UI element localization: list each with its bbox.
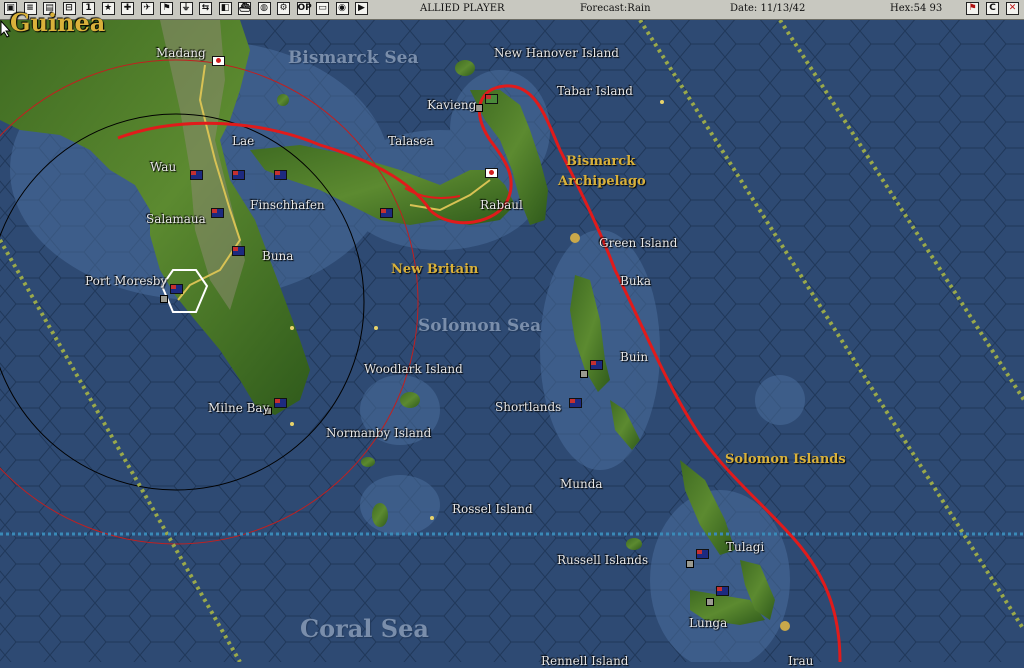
save-icon[interactable]: ▭: [316, 2, 329, 15]
weather-forecast: Forecast:Rain: [580, 3, 651, 14]
flag-view-icon[interactable]: ⚑: [966, 2, 979, 15]
allied-unit-marker[interactable]: [274, 398, 287, 408]
place-label: Irau: [788, 654, 814, 668]
place-label: Rennell Island: [541, 654, 629, 668]
play-icon[interactable]: ▶: [355, 2, 368, 15]
place-label: Shortlands: [495, 400, 562, 414]
convoy-icon[interactable]: ⛴: [238, 2, 251, 15]
russell-islands-shape: [626, 538, 642, 550]
airbase-marker[interactable]: [580, 370, 588, 378]
region-label: Solomon Islands: [725, 452, 846, 467]
place-label: Milne Bay: [208, 401, 270, 415]
center-icon[interactable]: C: [986, 2, 999, 15]
region-label: New Britain: [391, 262, 479, 277]
place-label: Madang: [156, 46, 206, 60]
place-label: Lae: [232, 134, 255, 148]
flag-icon[interactable]: ⚑: [160, 2, 173, 15]
place-label: Wau: [150, 160, 177, 174]
place-label: Lunga: [689, 616, 728, 630]
sea-label: Coral Sea: [300, 614, 429, 643]
allied-unit-marker[interactable]: [569, 398, 582, 408]
base-dot: [290, 326, 294, 330]
place-label: Rossel Island: [452, 502, 533, 516]
game-map[interactable]: Guinea Bismarck Sea Solomon Sea Coral Se…: [0, 8, 1024, 668]
base-dot: [660, 100, 664, 104]
allied-unit-marker[interactable]: [170, 284, 183, 294]
allied-unit-marker[interactable]: [590, 360, 603, 370]
base-dot: [430, 516, 434, 520]
place-label: Russell Islands: [557, 553, 649, 567]
woodlark-island-shape: [400, 392, 420, 408]
place-label: Buna: [262, 249, 294, 263]
place-label: Woodlark Island: [364, 362, 463, 376]
allied-unit-marker[interactable]: [190, 170, 203, 180]
place-label: Tulagi: [726, 540, 765, 554]
allied-unit-marker[interactable]: [380, 208, 393, 218]
base-dot: [290, 422, 294, 426]
allied-unit-marker[interactable]: [232, 246, 245, 256]
new-hanover-island: [455, 60, 475, 76]
aircraft-icon[interactable]: ✈: [140, 2, 154, 15]
place-label: Buka: [620, 274, 651, 288]
allied-unit-marker[interactable]: [716, 586, 729, 596]
japanese-unit-marker[interactable]: [485, 168, 498, 178]
airbase-marker[interactable]: [706, 598, 714, 606]
top-toolbar: ▣ ≡ ▤ ⊟ 1 ★ ✚ ✈ ⚑ ⏚ ⇆ ◧ ⛴ ◍ ⚙ OP ▭ ◉ ▶ ALLIED PLAYER Forec…: [0, 0, 1024, 20]
air-icon[interactable]: ✚: [121, 2, 134, 15]
disk-icon[interactable]: ◉: [335, 2, 349, 15]
allied-unit-marker[interactable]: [274, 170, 287, 180]
op-icon[interactable]: OP: [296, 2, 312, 15]
airbase-marker[interactable]: [160, 295, 168, 303]
gear-icon[interactable]: ⚙: [277, 2, 290, 15]
place-label: Normanby Island: [326, 426, 432, 440]
place-label: Salamaua: [146, 212, 206, 226]
allied-unit-marker[interactable]: [232, 170, 245, 180]
japanese-unit-marker[interactable]: [212, 56, 225, 66]
region-label: Bismarck: [566, 154, 636, 169]
place-label: Buin: [620, 350, 649, 364]
place-label: New Hanover Island: [494, 46, 619, 60]
sub-icon[interactable]: ⏚: [179, 2, 193, 15]
place-label: Green Island: [599, 236, 678, 250]
allied-unit-marker[interactable]: [211, 208, 224, 218]
place-label: Munda: [560, 477, 603, 491]
place-label: Kavieng: [427, 98, 477, 112]
allied-unit-marker[interactable]: [696, 549, 709, 559]
mouse-cursor-icon: [0, 20, 12, 38]
region-label: Guinea: [10, 8, 106, 37]
small-island: [361, 457, 375, 467]
sea-label: Bismarck Sea: [288, 48, 419, 68]
base-dot: [374, 326, 378, 330]
close-icon[interactable]: ✕: [1006, 2, 1019, 15]
allied-air-unit-marker[interactable]: [485, 94, 498, 104]
small-island: [277, 94, 289, 106]
rossel-area-island: [372, 503, 388, 527]
player-side-label: ALLIED PLAYER: [420, 3, 505, 14]
globe-icon[interactable]: ◍: [257, 2, 271, 15]
hex-coordinate: Hex:54 93: [890, 3, 943, 14]
airbase-marker[interactable]: [686, 560, 694, 568]
transfer-icon[interactable]: ⇆: [199, 2, 212, 15]
reef: [780, 621, 790, 631]
place-label: Talasea: [388, 134, 434, 148]
region-label: Archipelago: [558, 174, 646, 189]
place-label: Port Moresby: [85, 274, 168, 288]
map-canvas[interactable]: [0, 20, 1024, 662]
place-label: Finschhafen: [250, 198, 325, 212]
place-label: Rabaul: [480, 198, 523, 212]
place-label: Tabar Island: [557, 84, 633, 98]
game-date: Date: 11/13/42: [730, 3, 806, 14]
sea-label: Solomon Sea: [418, 316, 542, 336]
green-island-reef: [570, 233, 580, 243]
color-icon[interactable]: ◧: [218, 2, 232, 15]
